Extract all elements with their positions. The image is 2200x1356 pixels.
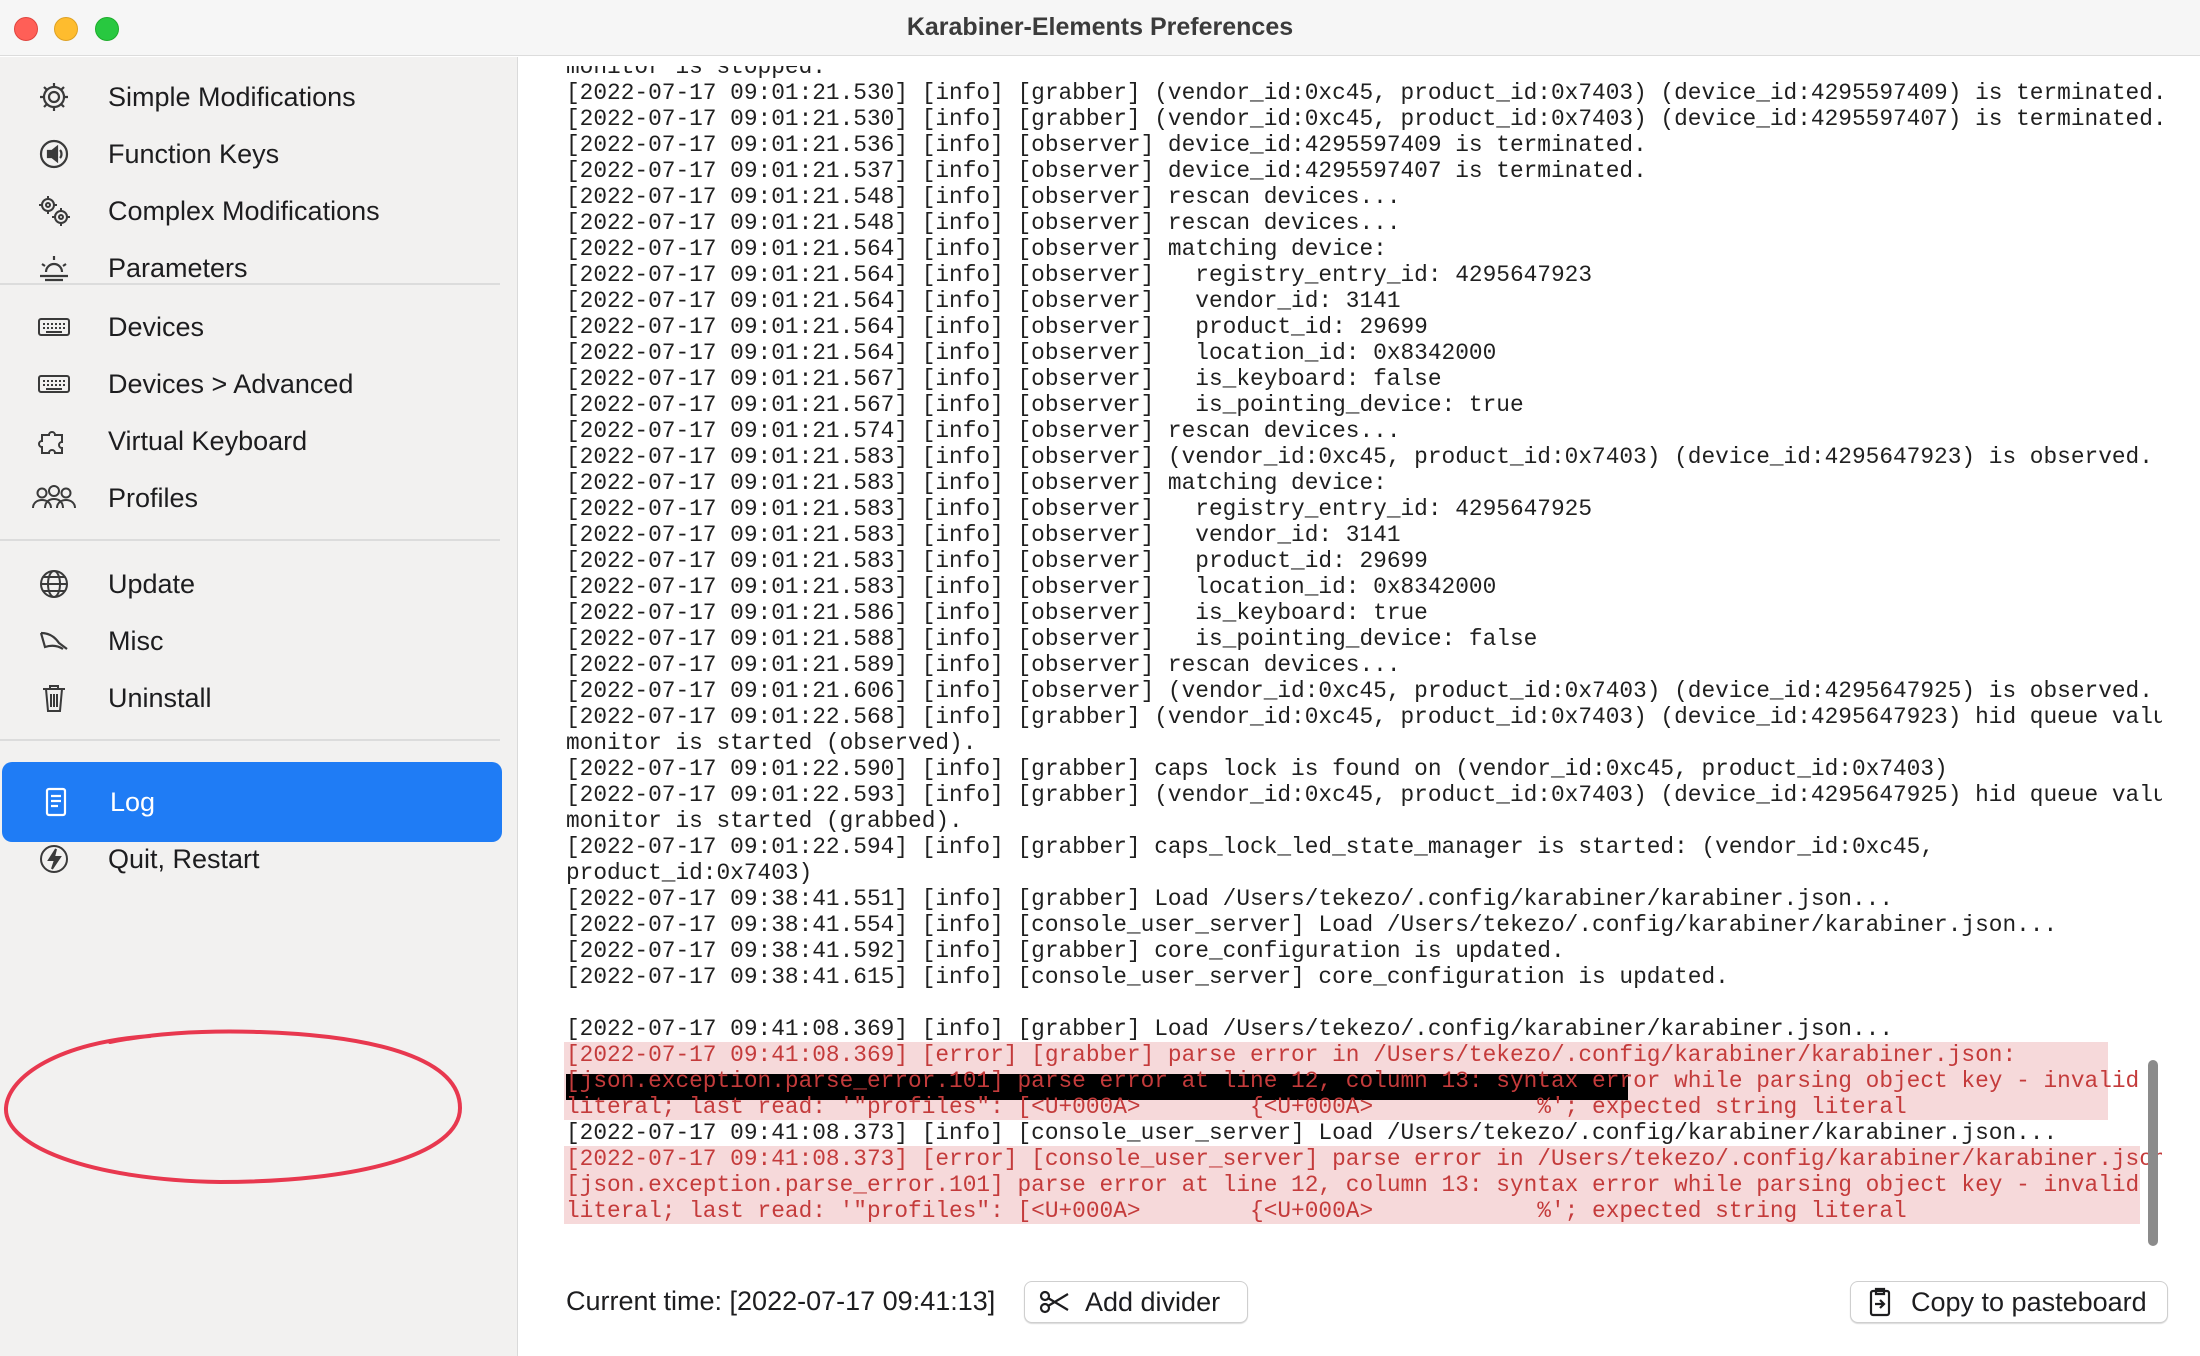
trash-icon [0,680,108,716]
sidebar-item-label: Quit, Restart [108,843,260,874]
copy-label: Copy to pasteboard [1911,1286,2147,1317]
add-divider-button[interactable]: Add divider [1024,1281,1248,1323]
log-line: [2022-07-17 09:01:21.583] [info] [observ… [566,444,2153,470]
sidebar-divider [0,539,500,541]
sidebar-divider [0,739,500,741]
log-line: [2022-07-17 09:01:21.583] [info] [observ… [566,496,1593,522]
log-line: [2022-07-17 09:38:41.551] [info] [grabbe… [566,886,1893,912]
people-icon [0,480,108,516]
puzzle-icon [0,423,108,459]
copy-to-pasteboard-button[interactable]: Copy to pasteboard [1850,1281,2168,1323]
log-error-line: literal; last read: '"profiles": [<U+000… [566,1198,1907,1224]
log-line: [2022-07-17 09:01:21.548] [info] [observ… [566,184,1401,210]
log-line: [2022-07-17 09:01:21.564] [info] [observ… [566,314,1428,340]
sidebar-item-label: Misc [108,625,164,656]
log-line: [2022-07-17 09:01:21.583] [info] [observ… [566,574,1497,600]
sidebar-item-label: Devices > Advanced [108,368,354,399]
sidebar-item-label: Virtual Keyboard [108,425,308,456]
log-line: [2022-07-17 09:01:21.548] [info] [observ… [566,210,1401,236]
gears-icon [0,193,108,229]
log-line: [2022-07-17 09:01:21.567] [info] [observ… [566,366,1442,392]
log-line: [2022-07-17 09:01:21.537] [info] [observ… [566,158,1647,184]
power-icon [0,841,108,877]
scissors-icon [1039,1290,1069,1314]
log-line: [2022-07-17 09:01:21.564] [info] [observ… [566,340,1497,366]
log-line: [2022-07-17 09:41:08.373] [info] [consol… [566,1120,2058,1146]
sidebar-item-label: Simple Modifications [108,81,356,112]
log-line: [2022-07-17 09:01:22.568] [info] [grabbe… [566,704,2162,730]
log-line: [2022-07-17 09:01:21.567] [info] [observ… [566,392,1524,418]
log-line: monitor is stopped. [566,66,826,80]
log-line: product_id:0x7403) [566,860,813,886]
log-line: [2022-07-17 09:01:21.564] [info] [observ… [566,236,1387,262]
log-scrollbar[interactable] [2148,1060,2158,1246]
log-line: [2022-07-17 09:01:21.536] [info] [observ… [566,132,1647,158]
sidebar-item-label: Profiles [108,482,199,513]
log-line: [2022-07-17 09:38:41.554] [info] [consol… [566,912,2058,938]
speaker-icon [0,136,108,172]
log-line: [2022-07-17 09:01:22.593] [info] [grabbe… [566,782,2162,808]
log-line: [2022-07-17 09:01:21.564] [info] [observ… [566,288,1401,314]
log-line: [2022-07-17 09:41:08.369] [info] [grabbe… [566,1016,1893,1042]
keyboard-icon [0,309,108,345]
sidebar-item-label: Devices [108,311,205,342]
log-error-line: literal; last read: '"profiles": [<U+000… [566,1094,1907,1120]
log-view[interactable]: monitor is stopped. [2022-07-17 09:01:21.… [552,66,2162,1256]
gear-icon [0,79,108,115]
window-title: Karabiner-Elements Preferences [906,13,1294,41]
sidebar-item-uninstall[interactable]: Uninstall [0,658,500,738]
sidebar: Simple Modifications Function Keys Compl… [0,57,518,1356]
log-line: [2022-07-17 09:01:21.589] [info] [observ… [566,652,1401,678]
sidebar-item-profiles[interactable]: Profiles [0,458,500,538]
log-error-line: [2022-07-17 09:41:08.373] [error] [conso… [566,1146,2162,1172]
add-divider-label: Add divider [1085,1286,1221,1317]
log-line: [2022-07-17 09:01:21.583] [info] [observ… [566,522,1401,548]
log-line: [2022-07-17 09:01:22.590] [info] [grabbe… [566,756,1948,782]
keyboard-icon [0,366,108,402]
document-icon [2,784,110,820]
log-line: [2022-07-17 09:01:21.583] [info] [observ… [566,470,1387,496]
log-error-line: [json.exception.parse_error.101] parse e… [566,1068,2140,1094]
sidebar-item-label: Function Keys [108,138,280,169]
log-line: [2022-07-17 09:01:21.586] [info] [observ… [566,600,1428,626]
title-bar: Karabiner-Elements Preferences [0,0,2200,56]
log-error-line: [2022-07-17 09:41:08.369] [error] [grabb… [566,1042,2017,1068]
log-line: [2022-07-17 09:01:21.564] [info] [observ… [566,262,1593,288]
log-line: monitor is started (grabbed). [566,808,963,834]
log-line: [2022-07-17 09:01:21.530] [info] [grabbe… [566,106,2162,132]
log-line: [2022-07-17 09:01:22.594] [info] [grabbe… [566,834,1935,860]
log-line: [2022-07-17 09:01:21.588] [info] [observ… [566,626,1538,652]
sidebar-item-label: Parameters [108,252,248,283]
log-line: monitor is started (observed). [566,730,977,756]
log-line: [2022-07-17 09:01:21.574] [info] [observ… [566,418,1401,444]
log-error-line: [json.exception.parse_error.101] parse e… [566,1172,2140,1198]
clipboard-icon [1869,1287,1891,1317]
log-line: [2022-07-17 09:01:21.530] [info] [grabbe… [566,80,2162,106]
log-line: [2022-07-17 09:01:21.606] [info] [observ… [566,678,2153,704]
sidebar-divider [0,283,500,285]
log-line: [2022-07-17 09:38:41.615] [info] [consol… [566,964,1729,990]
sidebar-item-label: Complex Modifications [108,195,380,226]
sidebar-item-label: Uninstall [108,682,212,713]
globe-icon [0,566,108,602]
sun-icon [0,250,108,286]
current-time: Current time: [2022-07-17 09:41:13] [566,1286,996,1316]
sidebar-item-label: Update [108,568,196,599]
sidebar-item-quit-restart[interactable]: Quit, Restart [0,819,500,899]
misc-icon [0,623,108,659]
log-line: [2022-07-17 09:38:41.592] [info] [grabbe… [566,938,1565,964]
sidebar-item-label: Log [110,786,156,817]
log-line: [2022-07-17 09:01:21.583] [info] [observ… [566,548,1428,574]
